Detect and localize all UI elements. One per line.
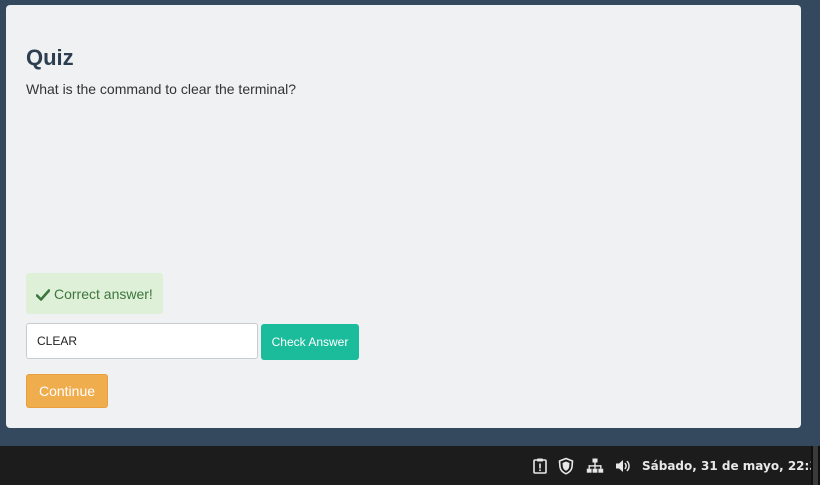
show-desktop-button[interactable] <box>813 446 818 485</box>
taskbar: Sábado, 31 de mayo, 22:32 <box>0 446 820 485</box>
taskbar-clock[interactable]: Sábado, 31 de mayo, 22:32 <box>642 458 820 474</box>
check-answer-button[interactable]: Check Answer <box>261 324 359 360</box>
clipboard-icon[interactable] <box>531 457 549 475</box>
feedback-alert: Correct answer! <box>26 273 163 314</box>
quiz-title: Quiz <box>26 45 74 70</box>
quiz-question: What is the command to clear the termina… <box>26 81 297 97</box>
continue-button[interactable]: Continue <box>26 374 108 408</box>
quiz-card: Quiz What is the command to clear the te… <box>6 5 801 428</box>
network-icon[interactable] <box>586 457 604 475</box>
feedback-text: Correct answer! <box>54 285 153 302</box>
shield-icon[interactable] <box>557 457 575 475</box>
volume-icon[interactable] <box>614 457 632 475</box>
taskbar-edge <box>811 446 820 485</box>
answer-input[interactable] <box>26 323 258 359</box>
checkmark-icon <box>35 288 51 301</box>
